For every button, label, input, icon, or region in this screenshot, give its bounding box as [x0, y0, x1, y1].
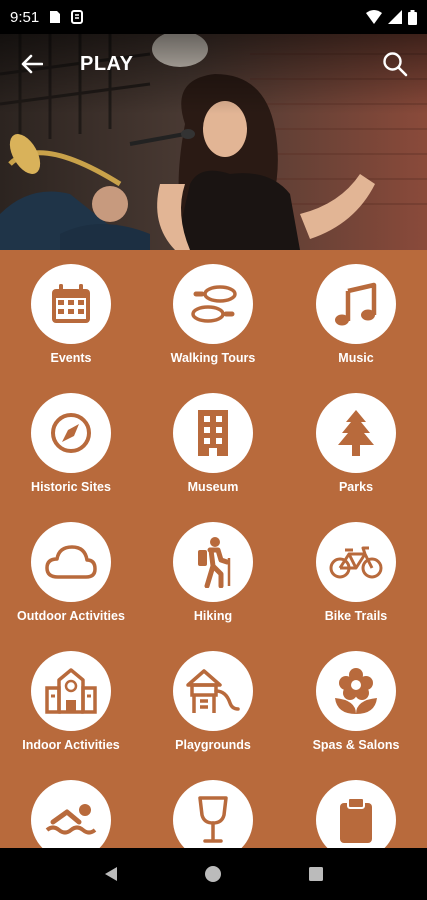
arrow-left-icon	[21, 54, 43, 74]
square-recents-icon	[308, 867, 323, 881]
category-wine[interactable]	[142, 780, 284, 848]
clipboard-icon	[340, 797, 372, 843]
search-button[interactable]	[377, 46, 413, 82]
category-indoor-activities[interactable]: Indoor Activities	[0, 651, 142, 752]
circle-home-icon	[205, 866, 222, 882]
category-label: Events	[50, 351, 92, 365]
category-label: Indoor Activities	[22, 738, 120, 752]
status-time: 9:51	[10, 8, 40, 26]
category-label: Walking Tours	[170, 351, 256, 365]
calendar-icon	[52, 284, 90, 323]
status-bar: 9:51	[0, 0, 427, 34]
nav-back-button[interactable]	[91, 854, 131, 894]
category-label: Hiking	[193, 609, 233, 623]
nav-recents-button[interactable]	[296, 854, 336, 894]
category-museum[interactable]: Museum	[142, 393, 284, 494]
category-label: Museum	[187, 480, 239, 494]
category-swimming[interactable]	[0, 780, 142, 848]
compass-icon	[51, 413, 91, 453]
search-icon	[383, 52, 408, 77]
category-spas-salons[interactable]: Spas & Salons	[285, 651, 427, 752]
music-note-icon	[335, 282, 377, 326]
category-label: Historic Sites	[31, 480, 111, 494]
sim-card-icon	[49, 10, 61, 24]
triangle-back-icon	[105, 867, 118, 881]
category-outdoor-activities[interactable]: Outdoor Activities	[0, 522, 142, 623]
category-events[interactable]: Events	[0, 264, 142, 365]
school-building-icon	[45, 668, 97, 714]
swimmer-icon	[45, 804, 97, 835]
category-bike-trails[interactable]: Bike Trails	[285, 522, 427, 623]
playground-icon	[186, 669, 240, 713]
category-label: Parks	[338, 480, 374, 494]
footprints-icon	[191, 285, 237, 323]
building-icon	[198, 410, 228, 456]
tree-icon	[338, 410, 374, 456]
cloud-icon	[45, 545, 97, 579]
category-playgrounds[interactable]: Playgrounds	[142, 651, 284, 752]
category-label: Music	[338, 351, 374, 365]
signal-icon	[388, 10, 402, 24]
category-music[interactable]: Music	[285, 264, 427, 365]
category-walking-tours[interactable]: Walking Tours	[142, 264, 284, 365]
category-parks[interactable]: Parks	[285, 393, 427, 494]
category-label: Spas & Salons	[312, 738, 400, 752]
category-label: Bike Trails	[324, 609, 388, 623]
notification-icon	[71, 10, 84, 24]
battery-icon	[408, 9, 417, 25]
back-button[interactable]	[14, 46, 50, 82]
page-title: PLAY	[80, 52, 134, 75]
bicycle-icon	[329, 546, 383, 579]
wifi-icon	[366, 10, 382, 24]
hiker-icon	[198, 537, 231, 588]
category-historic-sites[interactable]: Historic Sites	[0, 393, 142, 494]
app-bar: PLAY	[0, 34, 427, 94]
category-hiking[interactable]: Hiking	[142, 522, 284, 623]
category-grid: Events Walking Tours Music Historic Site…	[0, 250, 427, 848]
category-label: Outdoor Activities	[17, 609, 125, 623]
flower-icon	[335, 668, 377, 714]
navigation-bar	[0, 848, 427, 900]
wine-glass-icon	[198, 796, 228, 843]
category-label: Playgrounds	[175, 738, 251, 752]
nav-home-button[interactable]	[193, 854, 233, 894]
category-clipboard[interactable]	[285, 780, 427, 848]
